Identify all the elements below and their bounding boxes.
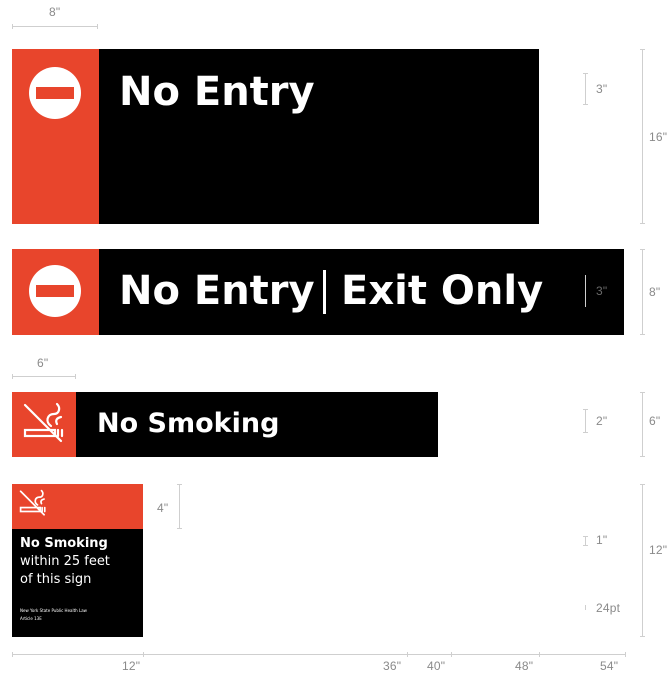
- top-width-tick-left: [12, 24, 13, 29]
- bottom-scale-tick-0: [12, 652, 13, 657]
- no-entry-icon: [28, 66, 82, 120]
- sign2-overall-tick-bottom: [640, 334, 645, 335]
- no-entry-icon: [28, 264, 82, 318]
- sign4-line3: of this sign: [20, 572, 92, 587]
- sign2-overall-tick-top: [640, 249, 645, 250]
- sign3-width-line: [12, 376, 76, 377]
- sign4-fine-print-1: New York State Public Health Law: [20, 608, 87, 613]
- sign2-title-right: Exit Only: [341, 268, 544, 314]
- sign4-overall-height-label: 12": [649, 543, 668, 557]
- sign3-overall-height-label: 6": [649, 414, 661, 428]
- bottom-scale-label: 48": [515, 659, 534, 673]
- sign3-cap-tick-top: [583, 409, 588, 410]
- no-smoking-icon: [18, 488, 48, 518]
- sign4-text-dim-label: 1": [596, 533, 608, 547]
- top-width-line: [12, 26, 98, 27]
- sign2-cap-height-line: [585, 275, 586, 307]
- sign1-overall-height-line: [642, 49, 643, 224]
- bottom-scale-tick-12: [143, 652, 144, 657]
- bottom-scale-label: 12": [122, 659, 141, 673]
- sign1-title: No Entry: [119, 69, 315, 115]
- sign4-heading: No Smoking: [20, 536, 108, 551]
- no-smoking-icon: [21, 400, 67, 446]
- sign3-title: No Smoking: [97, 408, 280, 439]
- sign4-fine-print-2: Article 13E: [20, 616, 42, 621]
- sign1-overall-tick-top: [640, 49, 645, 50]
- sign4-header-dim-line: [179, 484, 180, 529]
- sign3-overall-tick-top: [640, 392, 645, 393]
- sign3-width-tick-left: [12, 374, 13, 379]
- sign4-header-dim-label: 4": [157, 501, 169, 515]
- sign4-header-dim-tick-bottom: [177, 528, 182, 529]
- sign1-cap-tick-top: [583, 73, 588, 74]
- sign4-fine-dim-line: [585, 605, 586, 610]
- sign4-fine-dim-label: 24pt: [596, 601, 621, 615]
- bottom-scale-tick-40: [451, 652, 452, 657]
- bottom-scale-line: [12, 654, 626, 655]
- bottom-scale-label: 36": [383, 659, 402, 673]
- bottom-scale-label: 54": [600, 659, 619, 673]
- sign3-width-label: 6": [37, 356, 49, 370]
- top-width-label: 8": [49, 5, 61, 19]
- sign2-overall-height-label: 8": [649, 285, 661, 299]
- sign1-overall-height-label: 16": [649, 130, 668, 144]
- sign3-cap-height-line: [585, 409, 586, 433]
- sign2-cap-height-label: 3": [596, 284, 608, 298]
- sign4-overall-tick-bottom: [640, 636, 645, 637]
- sign1-overall-tick-bottom: [640, 223, 645, 224]
- sign4-overall-tick-top: [640, 484, 645, 485]
- sign1-cap-tick-bottom: [583, 104, 588, 105]
- sign3-width-tick-right: [75, 374, 76, 379]
- sign2-title-divider: [323, 270, 326, 314]
- sign4-overall-height-line: [642, 484, 643, 637]
- sign3-overall-tick-bottom: [640, 456, 645, 457]
- sign2-title-left: No Entry: [119, 268, 315, 314]
- sign4-header-dim-tick-top: [177, 484, 182, 485]
- bottom-scale-label: 40": [427, 659, 446, 673]
- sign3-cap-tick-bottom: [583, 432, 588, 433]
- sign4-text-dim-tick-bottom: [583, 545, 588, 546]
- bottom-scale-tick-54: [625, 652, 626, 657]
- sign3-cap-height-label: 2": [596, 414, 608, 428]
- sign1-cap-height-line: [585, 73, 586, 105]
- bottom-scale-tick-48: [539, 652, 540, 657]
- sign4-text-dim-tick-top: [583, 536, 588, 537]
- sign3-overall-height-line: [642, 392, 643, 457]
- top-width-tick-right: [97, 24, 98, 29]
- sign2-overall-height-line: [642, 249, 643, 335]
- bottom-scale-tick-36: [407, 652, 408, 657]
- sign4-line2: within 25 feet: [20, 554, 110, 569]
- sign1-cap-height-label: 3": [596, 82, 608, 96]
